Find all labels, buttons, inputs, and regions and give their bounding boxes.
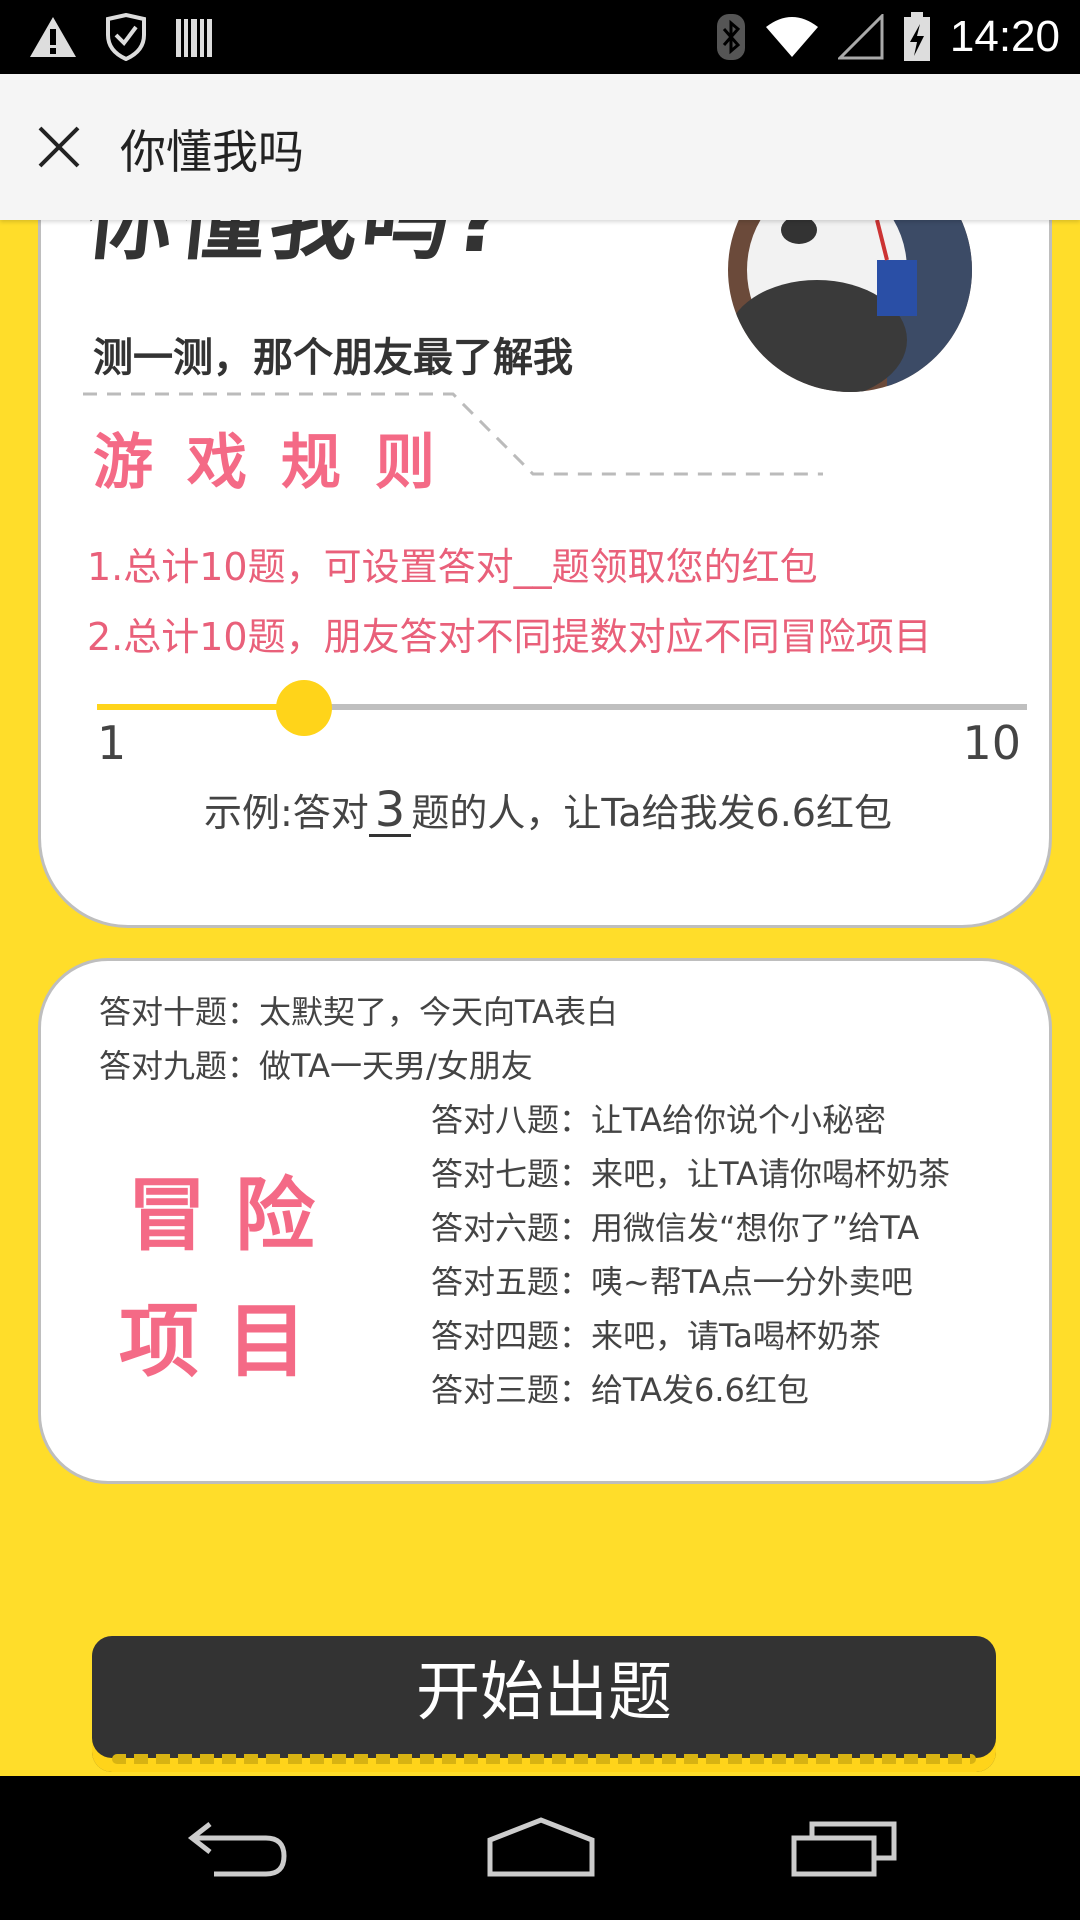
- start-button-wrap[interactable]: 开始出题: [92, 1636, 996, 1776]
- adventure-item-3: 答对三题：给TA发6.6红包: [431, 1371, 809, 1409]
- start-button-dots: [112, 1754, 976, 1764]
- example-suffix: 题的人，让Ta给我发6.6红包: [411, 791, 892, 835]
- adventure-item-6: 答对六题：用微信发“想你了”给TA: [431, 1209, 920, 1247]
- slider-fill: [97, 704, 304, 710]
- slider-thumb[interactable]: [276, 680, 332, 736]
- adventure-card: 答对十题：太默契了，今天向TA表白 答对九题：做TA一天男/女朋友 冒 险 项 …: [38, 958, 1052, 1484]
- example-number: 3: [368, 786, 412, 837]
- banner-subtitle: 测一测，那个朋友最了解我: [93, 335, 573, 381]
- adventure-item-4: 答对四题：来吧，请Ta喝杯奶茶: [431, 1317, 881, 1355]
- shield-icon: [106, 13, 146, 61]
- clock: 14:20: [949, 12, 1060, 61]
- status-right: 14:20: [716, 10, 1060, 64]
- status-left: [28, 10, 214, 64]
- example-prefix: 示例:答对: [203, 791, 369, 835]
- app-bar: 你懂我吗: [0, 74, 1080, 220]
- adventure-title-line1: 冒 险: [127, 1169, 315, 1262]
- back-icon[interactable]: [186, 1816, 290, 1880]
- signal-icon: [837, 14, 884, 60]
- adventure-item-7: 答对七题：来吧，让TA请你喝杯奶茶: [431, 1155, 950, 1193]
- adventure-title-line2: 项 目: [119, 1295, 307, 1388]
- adventure-item-8: 答对八题：让TA给你说个小秘密: [431, 1101, 886, 1139]
- close-icon[interactable]: [30, 118, 88, 176]
- battery-icon: [903, 12, 930, 61]
- recents-icon[interactable]: [790, 1816, 900, 1880]
- adventure-item-9: 答对九题：做TA一天男/女朋友: [99, 1047, 533, 1085]
- slider-min-label: 1: [97, 716, 127, 770]
- rules-heading: 游戏规则: [93, 428, 469, 498]
- wifi-icon: [765, 17, 818, 57]
- rule-item-1: 1.总计10题，可设置答对__题领取您的红包: [87, 545, 818, 589]
- warning-icon: [30, 17, 76, 57]
- status-bar: 14:20: [0, 0, 1080, 74]
- adventure-item-10: 答对十题：太默契了，今天向TA表白: [99, 993, 618, 1031]
- slider-max-label: 10: [962, 716, 1021, 770]
- bluetooth-icon: [716, 14, 745, 60]
- example-text: 示例:答对 3 题的人，让Ta给我发6.6红包: [41, 782, 1055, 837]
- nav-bar: [0, 1776, 1080, 1920]
- app-title: 你懂我吗: [120, 125, 304, 179]
- question-count-slider[interactable]: [97, 680, 1027, 760]
- rules-card: 你懂我吗? 测一测，那个朋友最了解我 游戏规则 1.总计10题，可设置答对__题…: [38, 160, 1052, 928]
- home-icon[interactable]: [486, 1816, 596, 1880]
- barcode-icon: [176, 19, 212, 57]
- adventure-item-5: 答对五题：咦~帮TA点一分外卖吧: [431, 1263, 913, 1301]
- start-button[interactable]: 开始出题: [92, 1636, 996, 1772]
- rule-item-2: 2.总计10题，朋友答对不同提数对应不同冒险项目: [87, 615, 932, 659]
